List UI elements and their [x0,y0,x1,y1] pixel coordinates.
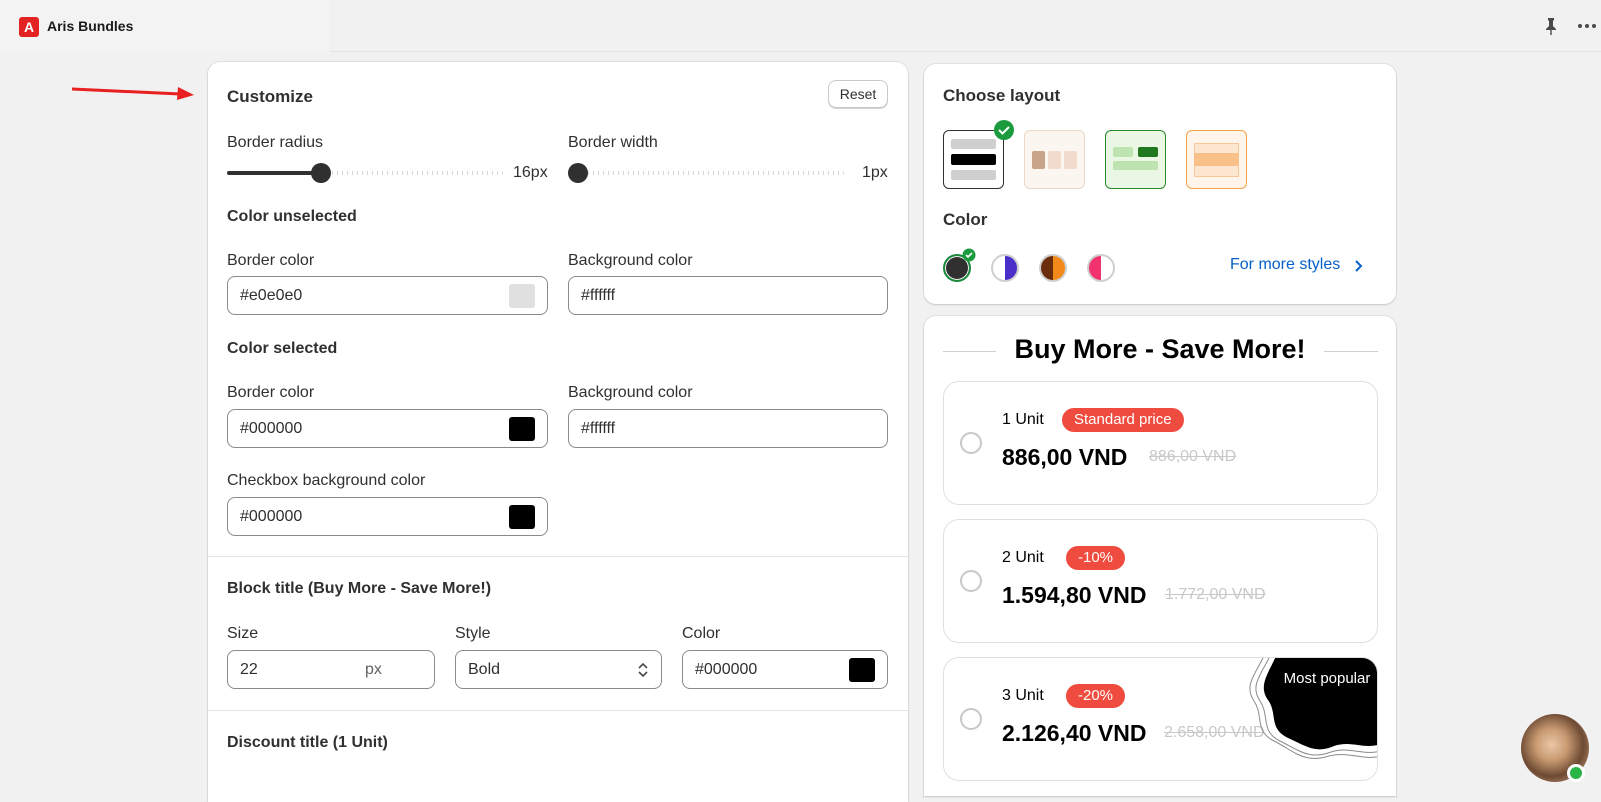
section-divider [208,556,908,557]
block-title-style-value: Bold [468,661,501,678]
border-radius-fill [227,171,322,175]
border-radius-value: 16px [513,164,548,181]
app-header: A Aris Bundles [0,0,1601,52]
offer-radio[interactable] [960,432,982,454]
block-title-size-label: Size [227,625,259,642]
choose-layout-title: Choose layout [943,86,1061,105]
offer-unit: 1 Unit [1002,411,1044,428]
block-title-color-label: Color [682,625,721,642]
unselected-background-color-swatch[interactable] [849,284,875,308]
annotation-arrow-icon [71,87,194,100]
offer-radio[interactable] [960,570,982,592]
customize-title: Customize [227,87,313,106]
color-selected-check-icon [962,248,976,262]
selected-background-color-swatch[interactable] [849,417,875,441]
more-actions-icon[interactable] [1576,16,1598,36]
block-title-size-value: 22 [240,661,258,678]
color-title: Color [943,210,988,229]
offer-unit: 2 Unit [1002,549,1044,566]
block-title-style-label: Style [455,625,491,642]
unselected-background-color-value: #ffffff [581,287,616,304]
layout-card: Choose layout Color For more styles [924,64,1396,304]
pin-icon[interactable] [1541,16,1561,36]
border-width-label: Border width [568,134,658,151]
border-radius-slider-handle[interactable] [311,163,332,183]
offer-price: 1.594,80 VND [1002,582,1147,608]
offer-badge: Standard price [1062,408,1184,432]
checkbox-background-color-swatch[interactable] [509,505,535,529]
discount-title-section-title: Discount title (1 Unit) [227,734,388,751]
unselected-border-color-label: Border color [227,252,315,269]
layout-option-columns[interactable] [1024,130,1085,189]
app-logo: A [19,17,39,37]
offer-badge: -10% [1066,546,1126,570]
block-title-color-swatch[interactable] [849,658,875,682]
title-rule-right [1324,351,1378,352]
unselected-background-color-field[interactable]: #ffffff [568,276,888,315]
customize-card: Customize Reset Border radius 16px Borde… [208,62,908,802]
offer-option[interactable]: 3 Unit -20% 2.126,40 VND 2.658,00 VND Mo… [943,657,1378,781]
border-width-slider-handle[interactable] [568,163,588,183]
color-option[interactable] [991,254,1019,282]
layout-selected-check-icon [994,120,1014,140]
color-option[interactable] [1087,254,1115,282]
unselected-border-color-value: #e0e0e0 [240,287,303,304]
offer-option[interactable]: 1 Unit Standard price 886,00 VND 886,00 … [943,381,1378,505]
most-popular-label: Most popular [1283,670,1371,687]
selected-border-color-field[interactable]: #000000 [227,409,548,448]
select-chevron-icon [638,662,648,678]
offer-radio[interactable] [960,708,982,730]
block-title-size-input[interactable]: 22 px [227,650,435,689]
preview-card: Buy More - Save More! 1 Unit Standard pr… [924,316,1396,796]
border-radius-label: Border radius [227,134,324,151]
selected-background-color-field[interactable]: #ffffff [568,409,888,448]
border-width-value: 1px [862,164,888,181]
offer-price: 2.126,40 VND [1002,720,1147,746]
offer-price: 886,00 VND [1002,444,1128,470]
more-styles-link[interactable]: For more styles [1230,256,1340,274]
online-status-indicator [1567,764,1585,782]
selected-background-color-value: #ffffff [581,420,616,437]
unselected-border-color-swatch[interactable] [509,284,535,308]
section-divider [208,710,908,711]
color-unselected-title: Color unselected [227,208,357,225]
offer-old-price: 886,00 VND [1149,448,1237,465]
unselected-border-color-field[interactable]: #e0e0e0 [227,276,548,315]
offer-old-price: 1.772,00 VND [1165,586,1266,603]
selected-border-color-value: #000000 [240,420,303,437]
block-title-size-unit: px [365,661,382,678]
reset-button[interactable]: Reset [828,80,888,108]
offer-option[interactable]: 2 Unit -10% 1.594,80 VND 1.772,00 VND [943,519,1378,643]
layout-option-grid[interactable] [1105,130,1166,189]
block-title-color-value: #000000 [695,661,758,678]
block-title-style-select[interactable]: Bold [455,650,662,689]
checkbox-background-color-field[interactable]: #000000 [227,497,548,536]
offer-badge: -20% [1066,684,1126,708]
checkbox-background-color-value: #000000 [240,508,303,525]
unselected-background-color-label: Background color [568,252,693,269]
block-title-color-field[interactable]: #000000 [682,650,888,689]
color-selected-title: Color selected [227,340,338,357]
chevron-right-icon[interactable] [1354,259,1364,273]
selected-border-color-label: Border color [227,384,315,401]
app-title: Aris Bundles [47,18,134,34]
border-width-track[interactable] [568,171,844,175]
selected-border-color-swatch[interactable] [509,417,535,441]
selected-background-color-label: Background color [568,384,693,401]
block-title-section-title: Block title (Buy More - Save More!) [227,580,492,597]
checkbox-background-color-label: Checkbox background color [227,472,426,489]
layout-option-table[interactable] [1186,130,1247,189]
offer-unit: 3 Unit [1002,687,1044,704]
preview-title: Buy More - Save More! [1014,334,1306,364]
color-option[interactable] [1039,254,1067,282]
